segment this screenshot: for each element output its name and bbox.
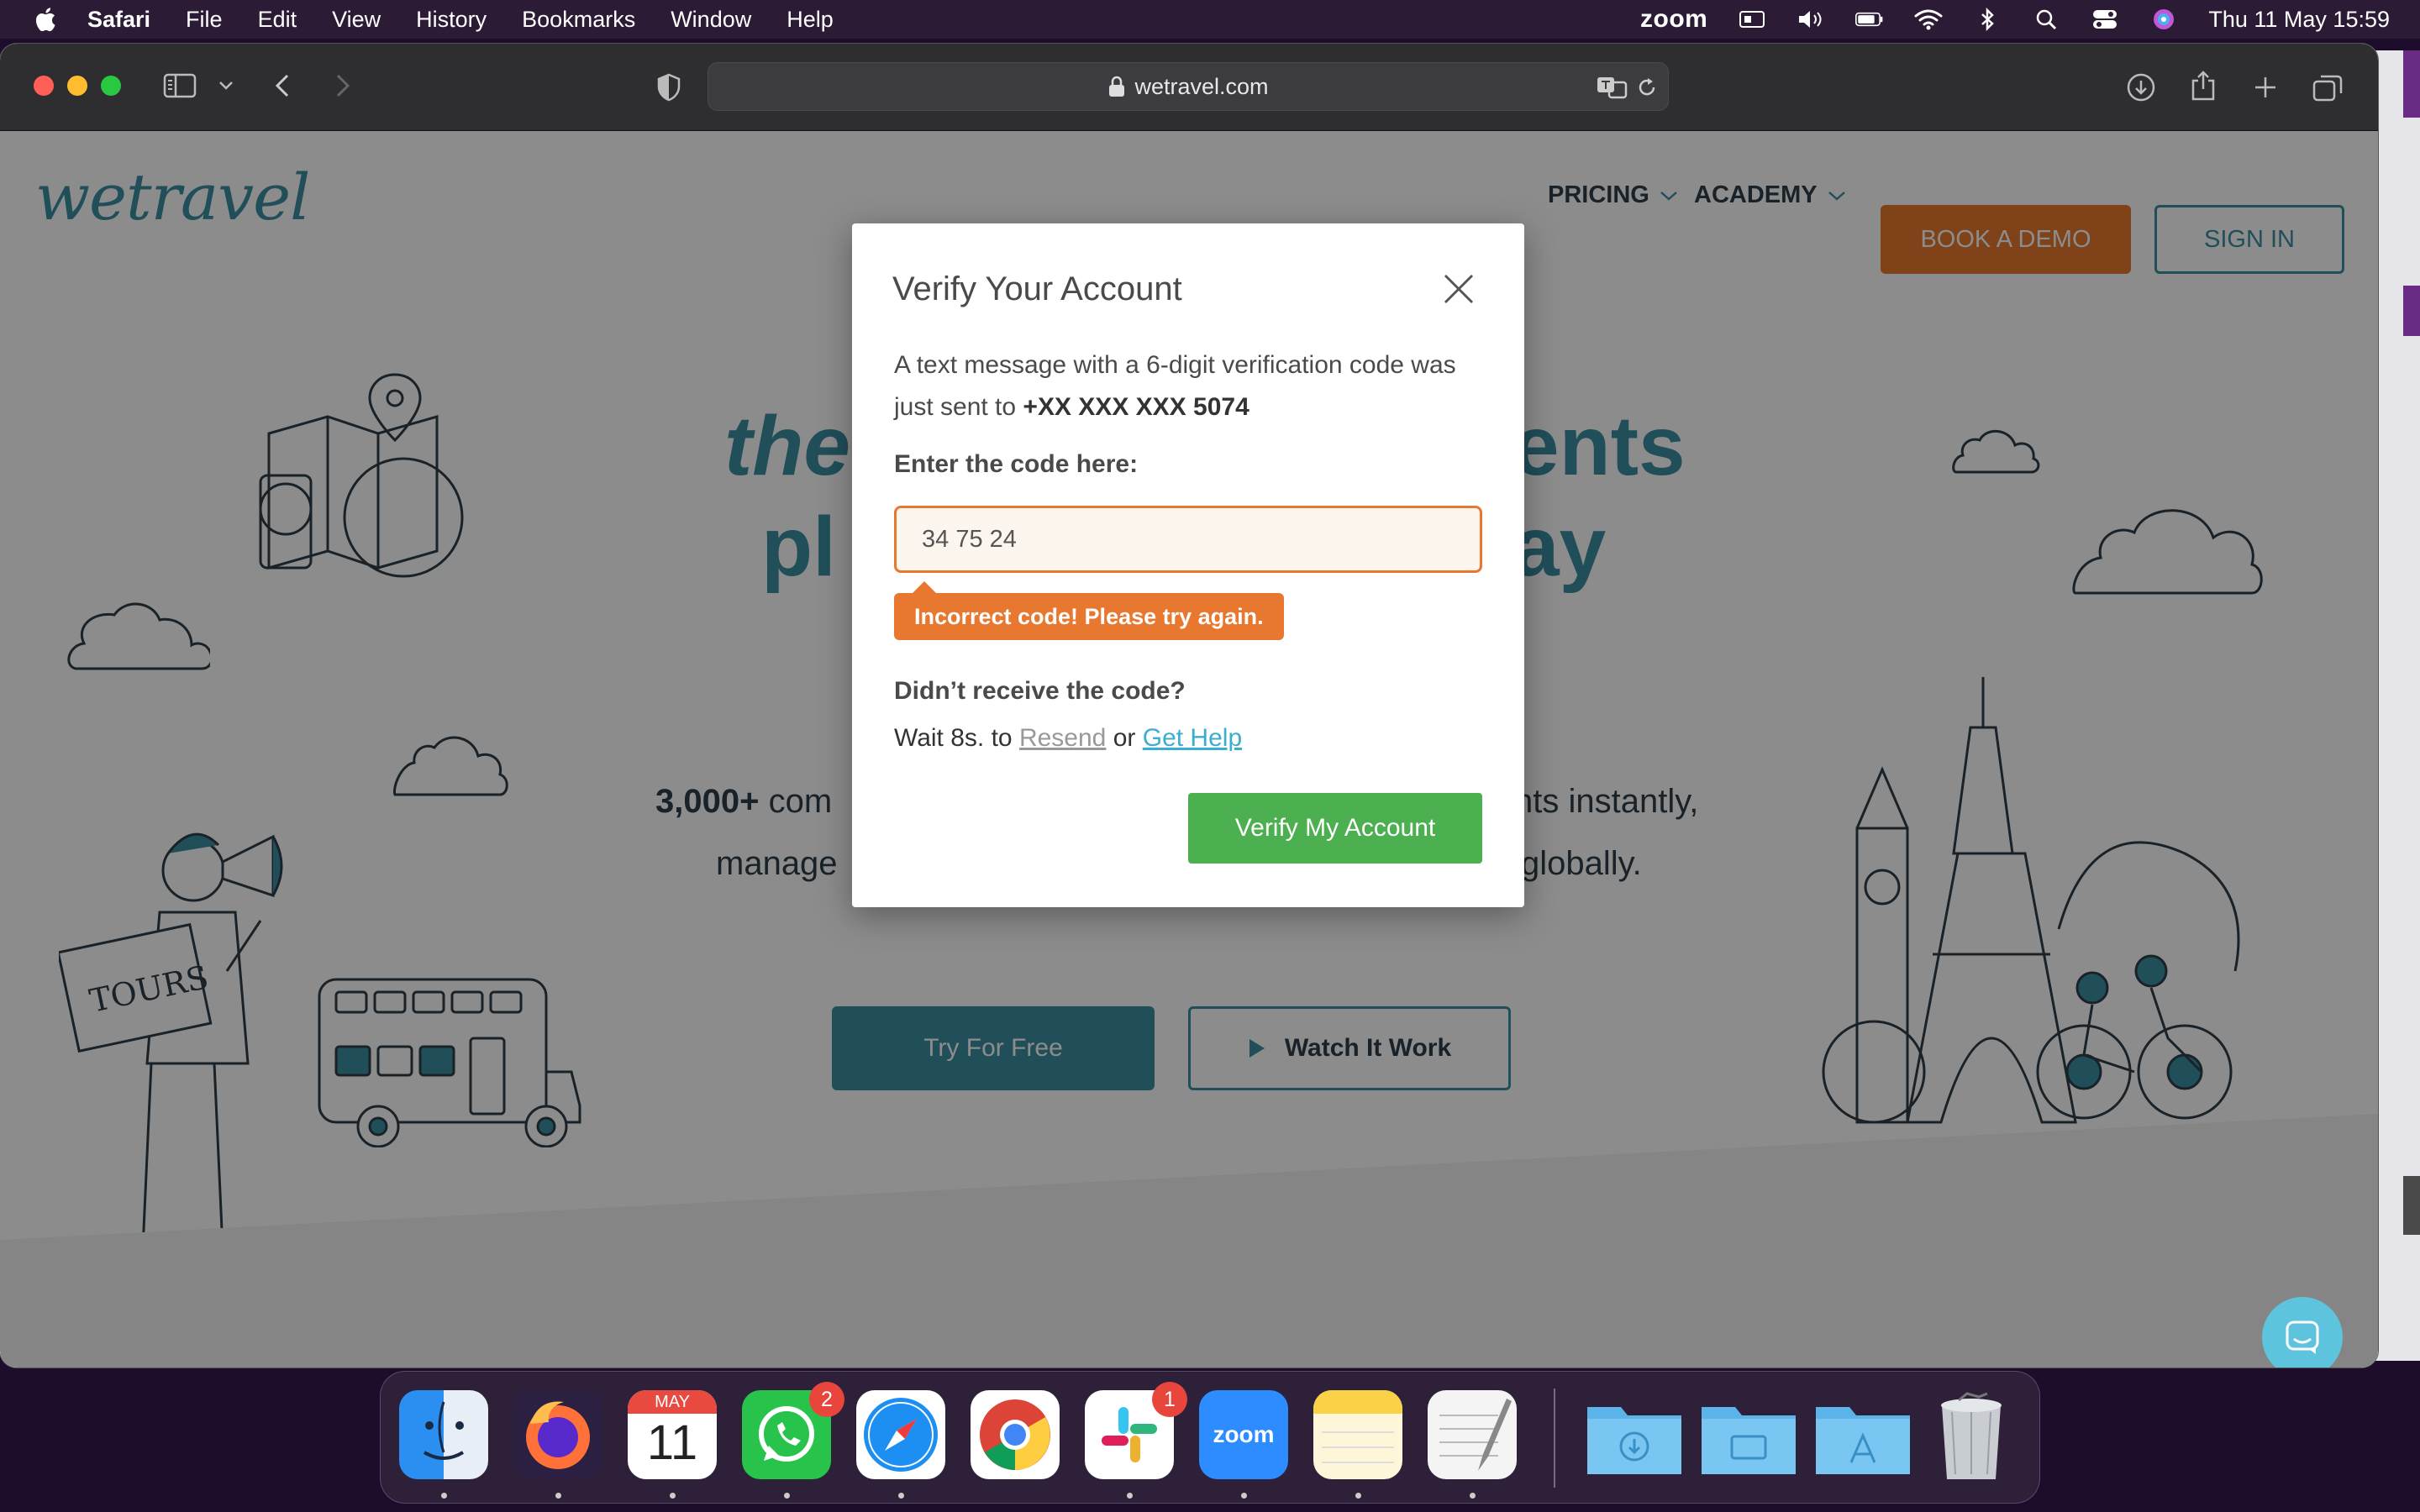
- applications-folder-icon: [1816, 1407, 1910, 1474]
- close-icon[interactable]: [1437, 267, 1481, 311]
- dock-applications-folder[interactable]: [1812, 1390, 1910, 1479]
- safari-compass-icon: [864, 1398, 938, 1472]
- window-minimize-button[interactable]: [67, 76, 87, 96]
- menu-view[interactable]: View: [332, 7, 381, 33]
- textedit-icon: [1439, 1399, 1512, 1471]
- volume-icon[interactable]: [1797, 8, 1825, 30]
- resend-countdown: Wait 8s. to: [894, 724, 1013, 752]
- didnt-receive-heading: Didn’t receive the code?: [894, 677, 1186, 705]
- masked-phone-number: +XX XXX XXX 5074: [1023, 393, 1249, 421]
- trash-icon: [1941, 1392, 2002, 1479]
- bluetooth-icon[interactable]: [1973, 8, 2002, 31]
- running-indicator: [898, 1493, 904, 1499]
- window-maximize-button[interactable]: [101, 76, 121, 96]
- calendar-day: 11: [646, 1415, 698, 1470]
- privacy-shield-icon[interactable]: [652, 71, 686, 104]
- modal-title: Verify Your Account: [892, 270, 1182, 307]
- resend-line: Wait 8s. to Resend or Get Help: [894, 724, 1242, 753]
- verify-my-account-button[interactable]: Verify My Account: [1188, 793, 1482, 864]
- dock-downloads-folder[interactable]: [1584, 1390, 1681, 1479]
- verification-code-input[interactable]: [894, 506, 1482, 573]
- siri-icon[interactable]: [2149, 8, 2178, 30]
- tab-overview-icon[interactable]: [2311, 71, 2344, 104]
- control-center-icon[interactable]: [2091, 8, 2119, 30]
- error-message: Incorrect code! Please try again.: [894, 581, 1284, 640]
- resend-link[interactable]: Resend: [1019, 724, 1106, 752]
- running-indicator: [555, 1493, 561, 1499]
- wifi-icon[interactable]: [1914, 8, 1943, 30]
- running-indicator: [441, 1493, 447, 1499]
- forward-arrow-icon[interactable]: [328, 71, 358, 101]
- dock-separator: [1554, 1389, 1555, 1488]
- keyboard-input-icon[interactable]: [1738, 8, 1766, 30]
- running-indicator: [1127, 1493, 1133, 1499]
- running-indicator: [1241, 1493, 1247, 1499]
- calendar-month: MAY: [628, 1390, 717, 1414]
- dock-calendar[interactable]: MAY 11: [628, 1390, 717, 1479]
- downloads-folder-icon: [1587, 1407, 1681, 1474]
- menu-edit[interactable]: Edit: [258, 7, 297, 33]
- dock-chrome[interactable]: [971, 1390, 1060, 1479]
- background-window-strip: [2403, 1176, 2420, 1235]
- dock-notes[interactable]: [1313, 1390, 1402, 1479]
- apple-logo-icon[interactable]: [32, 5, 57, 34]
- finder-icon: [423, 1401, 465, 1460]
- code-input-label: Enter the code here:: [894, 450, 1139, 478]
- verification-message: A text message with a 6-digit verificati…: [894, 344, 1482, 428]
- back-arrow-icon[interactable]: [267, 71, 297, 101]
- macos-dock: MAY 11 2 1 zoom: [380, 1371, 2040, 1504]
- background-window-strip: [2403, 50, 2420, 118]
- new-tab-plus-icon[interactable]: [2249, 71, 2282, 104]
- menu-bookmarks[interactable]: Bookmarks: [522, 7, 635, 33]
- address-bar[interactable]: wetravel.com: [708, 62, 1669, 111]
- menu-window[interactable]: Window: [671, 7, 751, 33]
- zoom-status-item[interactable]: zoom: [1640, 5, 1707, 34]
- running-indicator: [784, 1493, 790, 1499]
- web-page: wetravel PRICING ACADEMY BOOK A DEMO SIG…: [0, 131, 2378, 1368]
- safari-toolbar: wetravel.com: [0, 44, 2378, 131]
- safari-window: wetravel.com wetravel PRICING ACADEMY BO…: [0, 44, 2378, 1368]
- spotlight-search-icon[interactable]: [2032, 8, 2060, 30]
- chrome-icon: [980, 1399, 1050, 1470]
- battery-icon[interactable]: [1855, 8, 1884, 30]
- translate-icon[interactable]: [1596, 74, 1629, 101]
- slack-badge: 1: [1152, 1382, 1187, 1417]
- lock-icon: [1109, 76, 1125, 97]
- chat-icon: [2286, 1320, 2319, 1354]
- menu-app-safari[interactable]: Safari: [87, 7, 150, 33]
- get-help-link[interactable]: Get Help: [1143, 724, 1242, 752]
- running-indicator: [1355, 1493, 1361, 1499]
- running-indicator: [670, 1493, 676, 1499]
- or-text: or: [1113, 724, 1136, 752]
- url-text: wetravel.com: [1134, 73, 1269, 99]
- dock-finder[interactable]: [399, 1390, 488, 1479]
- dock-firefox[interactable]: [513, 1390, 602, 1479]
- macos-menu-bar: Safari File Edit View History Bookmarks …: [0, 0, 2420, 39]
- firefox-icon: [526, 1401, 590, 1469]
- window-close-button[interactable]: [34, 76, 54, 96]
- menu-history[interactable]: History: [416, 7, 487, 33]
- dock-zoom[interactable]: zoom: [1199, 1390, 1288, 1479]
- verify-account-modal: Verify Your Account A text message with …: [852, 223, 1524, 907]
- background-window-strip: [2403, 286, 2420, 336]
- reload-icon[interactable]: [1636, 76, 1658, 99]
- menu-bar-clock[interactable]: Thu 11 May 15:59: [2208, 7, 2390, 33]
- sidebar-toggle-icon[interactable]: [163, 71, 197, 101]
- dock-textedit[interactable]: [1428, 1390, 1517, 1479]
- zoom-app-label: zoom: [1213, 1421, 1275, 1447]
- running-indicator: [1470, 1493, 1476, 1499]
- chevron-down-icon[interactable]: [217, 74, 235, 97]
- dock-safari[interactable]: [856, 1390, 945, 1479]
- folder-icon: [1702, 1407, 1796, 1474]
- notes-icon: [1313, 1390, 1402, 1463]
- menu-help[interactable]: Help: [786, 7, 834, 33]
- dock-documents-folder[interactable]: [1698, 1390, 1796, 1479]
- dock-trash[interactable]: [1927, 1390, 2016, 1479]
- share-icon[interactable]: [2186, 67, 2220, 104]
- downloads-icon[interactable]: [2124, 71, 2158, 104]
- menu-file[interactable]: File: [186, 7, 223, 33]
- whatsapp-badge: 2: [809, 1382, 844, 1417]
